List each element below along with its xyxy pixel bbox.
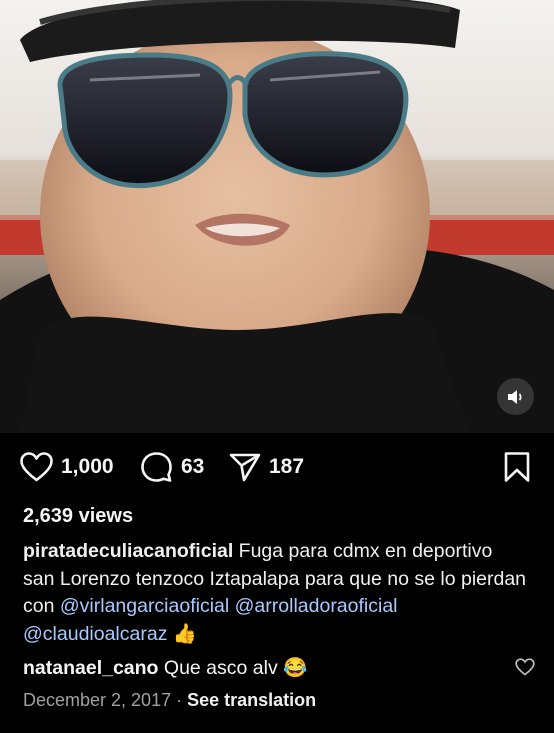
share-count: 187 — [269, 455, 305, 478]
save-button[interactable] — [503, 451, 531, 483]
bookmark-icon — [504, 452, 530, 482]
heart-outline-icon — [20, 452, 53, 482]
paper-plane-icon — [229, 453, 261, 482]
like-button[interactable]: 1,000 — [20, 451, 114, 483]
mute-button[interactable] — [497, 378, 534, 415]
share-button[interactable]: 187 — [229, 451, 304, 483]
comment-button[interactable]: 63 — [140, 451, 204, 483]
comment-bubble-icon — [141, 452, 172, 482]
video-frame — [0, 0, 554, 433]
video-player[interactable] — [0, 0, 554, 433]
view-count: 2,639 views — [23, 505, 134, 527]
comment-like-button[interactable] — [515, 658, 535, 681]
speaker-icon — [507, 389, 522, 404]
post-caption: piratadeculiacanoficial Fuga para cdmx e… — [23, 538, 528, 648]
comment-username[interactable]: natanael_cano — [23, 657, 158, 679]
comment-item: natanael_cano Que asco alv 😂 — [23, 656, 503, 680]
heart-outline-icon — [515, 658, 535, 676]
post-date: December 2, 2017 — [23, 690, 172, 710]
thumbs-up-emoji: 👍 — [172, 622, 198, 645]
like-count: 1,000 — [61, 455, 114, 478]
see-translation-link[interactable]: See translation — [187, 690, 316, 710]
comment-text: Que asco alv — [158, 657, 284, 679]
mention-link[interactable]: @claudioalcaraz — [23, 623, 167, 645]
mention-link[interactable]: @arrolladoraoficial — [235, 595, 398, 617]
comment-count: 63 — [181, 455, 205, 478]
post-meta: December 2, 2017 · See translation — [23, 690, 316, 711]
meta-separator: · — [171, 690, 188, 710]
laughing-emoji: 😂 — [283, 657, 308, 679]
action-bar: 1,000 63 187 — [0, 433, 554, 499]
caption-username[interactable]: piratadeculiacanoficial — [23, 540, 233, 562]
mention-link[interactable]: @virlangarciaoficial — [60, 595, 229, 617]
